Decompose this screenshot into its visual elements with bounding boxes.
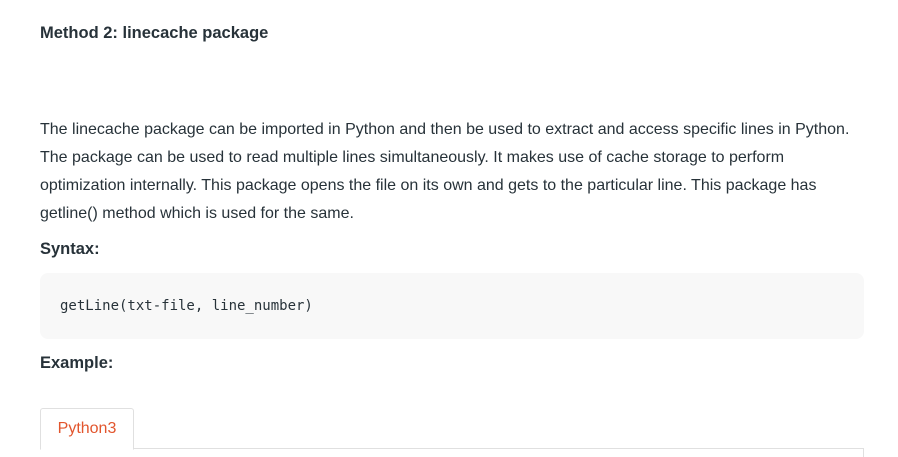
section-heading: Method 2: linecache package xyxy=(40,24,269,42)
example-label: Example: xyxy=(40,354,114,372)
description-paragraph: The linecache package can be imported in… xyxy=(40,121,850,222)
tab-python3[interactable]: Python3 xyxy=(40,408,134,450)
syntax-code-block: getLine(txt-file, line_number) xyxy=(40,273,864,339)
syntax-label: Syntax: xyxy=(40,240,100,258)
syntax-code: getLine(txt-file, line_number) xyxy=(60,298,313,314)
code-tab-panel xyxy=(40,448,864,457)
